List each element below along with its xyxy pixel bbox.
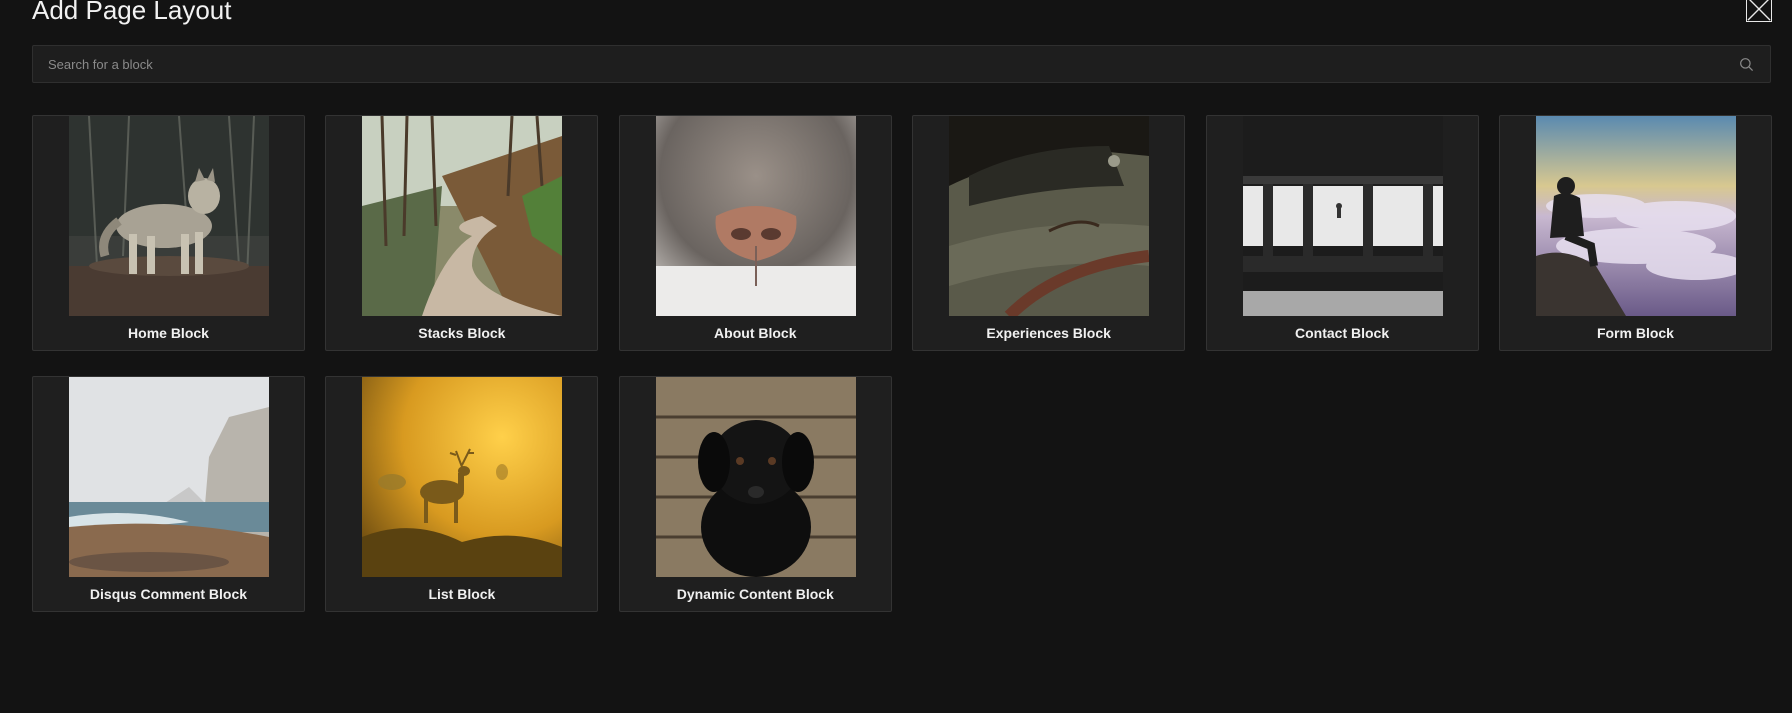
deer-image: [362, 377, 563, 577]
block-label: About Block: [714, 325, 797, 341]
block-label: Home Block: [128, 325, 209, 341]
add-page-layout-modal: Add Page Layout Search for a block Home …: [0, 0, 1792, 713]
block-label: List Block: [428, 586, 496, 602]
vintage-car-image: [949, 116, 1150, 316]
block-card-list[interactable]: List Block: [325, 376, 599, 612]
block-label: Contact Block: [1295, 325, 1390, 341]
block-card-about[interactable]: About Block: [618, 115, 892, 351]
block-card-form[interactable]: Form Block: [1498, 115, 1772, 351]
subway-platform-image: [1242, 116, 1443, 316]
block-card-disqus-comment[interactable]: Disqus Comment Block: [32, 376, 305, 612]
animal-nose-image: [655, 116, 856, 316]
block-card-dynamic-content[interactable]: Dynamic Content Block: [618, 376, 892, 612]
search-icon[interactable]: [1739, 57, 1754, 72]
man-above-clouds-image: [1535, 116, 1736, 316]
block-label: Experiences Block: [986, 325, 1111, 341]
search-bar: [32, 45, 1771, 83]
search-input[interactable]: [33, 46, 1770, 82]
block-label: Form Block: [1596, 325, 1674, 341]
block-card-contact[interactable]: Contact Block: [1205, 115, 1479, 351]
close-icon: [1747, 0, 1771, 21]
block-label: Stacks Block: [418, 325, 506, 341]
block-label: Disqus Comment Block: [89, 586, 248, 602]
block-label: Dynamic Content Block: [676, 586, 834, 602]
block-grid: Home Block Stacks Block About Block Expe…: [32, 115, 1772, 612]
foggy-coast-image: [69, 377, 269, 577]
modal-title: Add Page Layout: [32, 0, 232, 25]
wolf-image: [69, 116, 269, 316]
block-card-experiences[interactable]: Experiences Block: [912, 115, 1186, 351]
block-card-home[interactable]: Home Block: [32, 115, 305, 351]
close-button[interactable]: [1746, 0, 1772, 22]
forest-road-image: [362, 116, 563, 316]
black-puppy-image: [655, 377, 856, 577]
block-card-stacks[interactable]: Stacks Block: [325, 115, 599, 351]
